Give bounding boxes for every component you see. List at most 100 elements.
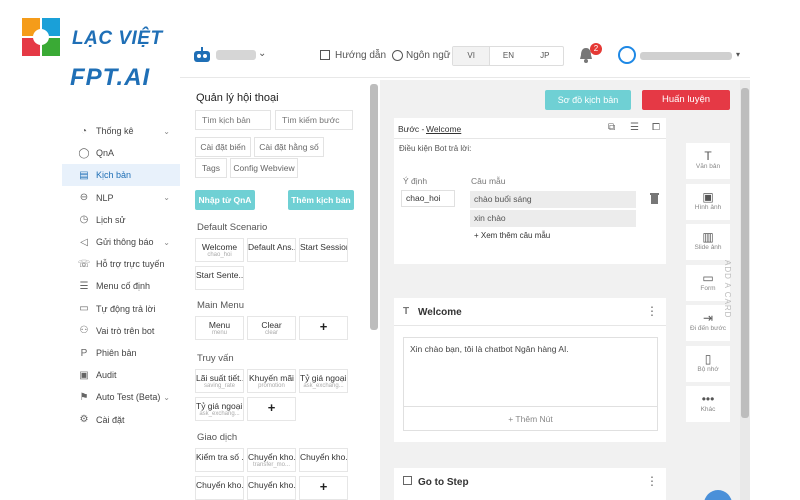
notification-badge: 2 — [590, 43, 602, 55]
intent-value[interactable]: chao_hoi — [401, 190, 455, 207]
more-samples-link[interactable]: + Xem thêm câu mẫu — [474, 231, 550, 240]
scenario-card[interactable]: Welcome chao_hoi — [195, 238, 244, 262]
step-name-link[interactable]: Welcome — [426, 124, 461, 134]
copy-icon[interactable]: ⧉ — [608, 122, 615, 133]
chevron-down-icon[interactable]: ⌄ — [163, 393, 170, 402]
sidebar-item[interactable]: ◷ Lịch sử — [62, 209, 180, 231]
scenario-scrollbar[interactable] — [370, 84, 378, 330]
add-card-more[interactable]: ••• Khác — [686, 386, 730, 422]
sidebar-item[interactable]: P Phiên bản — [62, 342, 180, 364]
sidebar-item[interactable]: ◔ Thống kê ⌄ — [62, 120, 180, 142]
lang-en[interactable]: EN — [490, 47, 526, 65]
scenario-group-title: Truy vấn — [197, 353, 234, 364]
scenario-card[interactable]: Start Session — [299, 238, 348, 262]
sidebar-item[interactable]: ◯ QnA — [62, 142, 180, 164]
avatar[interactable] — [618, 46, 636, 64]
scenario-card[interactable]: Khuyến mãi promotion — [247, 369, 296, 393]
sidebar-item-label: Cài đặt — [96, 414, 125, 425]
main-scrollbar[interactable] — [740, 80, 750, 500]
lang-vi[interactable]: VI — [453, 47, 491, 65]
scenario-card[interactable]: Lãi suất tiết... saving_rate — [195, 369, 244, 393]
scenario-card-title: Tỷ giá ngoại... — [196, 401, 243, 411]
sidebar-item[interactable]: ▭ Tự động trả lời — [62, 298, 180, 320]
goto-icon — [403, 476, 412, 485]
scenario-card[interactable]: Chuyển kho... — [195, 476, 244, 500]
sidebar-item-label: NLP — [96, 192, 114, 203]
menu-icon: ☰ — [79, 280, 89, 292]
sidebar-item[interactable]: ⚙ Cài đặt — [62, 409, 180, 431]
sidebar-item-label: Audit — [96, 370, 117, 381]
scenario-card-title: Welcome — [201, 242, 238, 252]
scenario-card[interactable]: Tỷ giá ngoại...ask_exchang... — [299, 369, 348, 393]
scenario-card[interactable]: Chuyển kho... — [247, 476, 296, 500]
sample-sentence[interactable]: xin chào — [470, 210, 636, 227]
sidebar-item-label: Vai trò trên bot — [96, 325, 155, 336]
app-root: LẠC VIỆT FPT.AI ⌄ Hướng dẫn Ngôn ngữ VI … — [0, 0, 800, 500]
sidebar-item[interactable]: ◁ Gửi thông báo ⌄ — [62, 231, 180, 253]
sidebar-item[interactable]: ⊖ NLP ⌄ — [62, 187, 180, 209]
scenario-card[interactable]: Kiểm tra số ... — [195, 448, 244, 472]
duplicate-icon[interactable]: ⧠ — [652, 122, 660, 133]
sidebar-item[interactable]: ⚑ Auto Test (Beta) ⌄ — [62, 386, 180, 408]
bot-name-blurred[interactable] — [216, 50, 256, 60]
sidebar-item-label: Lịch sử — [96, 214, 126, 225]
variables-settings-button[interactable]: Cài đặt biến — [195, 137, 251, 157]
sidebar-item[interactable]: ▤ Kịch bản — [62, 164, 180, 187]
train-button[interactable]: Huấn luyện — [642, 90, 730, 110]
scenario-card[interactable]: Default Ans... — [247, 238, 296, 262]
sidebar-item-label: Gửi thông báo — [96, 237, 154, 247]
scenario-card[interactable]: Chuyển kho... transfer_mo... — [247, 448, 296, 472]
add-card-memory[interactable]: ▯ Bộ nhớ — [686, 345, 730, 382]
sidebar-item[interactable]: ⚇ Vai trò trên bot — [62, 320, 180, 342]
scenario-group-title: Default Scenario — [197, 222, 268, 233]
scenario-card[interactable]: Clear clear — [247, 316, 296, 340]
add-card-label: Bộ nhớ — [697, 365, 719, 373]
add-step-button[interactable]: + — [247, 397, 296, 421]
constants-settings-button[interactable]: Cài đặt hằng số — [254, 137, 324, 157]
flow-diagram-button[interactable]: Sơ đồ kịch bản — [545, 90, 631, 110]
step-search-input[interactable] — [275, 110, 353, 130]
card-title: Go to Step — [418, 477, 469, 488]
config-webview-button[interactable]: Config Webview — [230, 158, 298, 178]
add-button-link[interactable]: + Thêm Nút — [403, 407, 658, 431]
card-menu-icon[interactable]: ⋮ — [646, 304, 658, 318]
sidebar-item[interactable]: ▣ Audit — [62, 364, 180, 386]
sidebar-item[interactable]: ☰ Menu cố định — [62, 275, 180, 297]
add-card-image[interactable]: ▣ Hình ảnh — [686, 183, 730, 220]
scenario-card[interactable]: Chuyển kho... — [299, 448, 348, 472]
add-card-label: Hình ảnh — [694, 203, 722, 211]
scenario-card[interactable]: Start Sente... — [195, 266, 244, 290]
sidebar-item[interactable]: ☏ Hỗ trợ trực tuyến — [62, 253, 180, 275]
trash-icon[interactable] — [650, 193, 659, 204]
import-qna-button[interactable]: Nhập từ QnA — [195, 190, 255, 210]
chevron-down-icon[interactable]: ⌄ — [163, 238, 170, 247]
scenario-group-title: Giao dịch — [197, 432, 238, 443]
card-menu-icon[interactable]: ⋮ — [646, 474, 658, 488]
scenario-search-input[interactable] — [195, 110, 271, 130]
divider — [394, 325, 666, 326]
scenario-card[interactable]: Tỷ giá ngoại...ask_exchang... — [195, 397, 244, 421]
chevron-down-icon[interactable]: ⌄ — [258, 48, 266, 59]
add-card-text[interactable]: T Văn bản — [686, 143, 730, 179]
add-scenario-button[interactable]: Thêm kịch bản — [288, 190, 354, 210]
add-card-slide[interactable]: ▥ Slide ảnh — [686, 224, 730, 260]
add-step-button[interactable]: + — [299, 476, 348, 500]
user-email-blurred[interactable] — [640, 52, 732, 60]
guide-link[interactable]: Hướng dẫn — [335, 50, 386, 61]
guide-icon — [320, 50, 330, 60]
scenario-card[interactable]: Menu menu — [195, 316, 244, 340]
sample-sentence[interactable]: chào buổi sáng — [470, 191, 636, 208]
scenario-title: Quản lý hội thoại — [196, 92, 279, 104]
chevron-down-icon[interactable]: ⌄ — [163, 193, 170, 202]
chevron-down-icon[interactable]: ⌄ — [163, 127, 170, 136]
bot-icon[interactable] — [192, 46, 212, 64]
language-switcher[interactable]: VI EN JP — [452, 46, 564, 66]
add-step-button[interactable]: + — [299, 316, 348, 340]
scenario-card-title: Lãi suất tiết... — [196, 373, 244, 383]
lang-jp[interactable]: JP — [527, 47, 563, 65]
tags-button[interactable]: Tags — [195, 158, 227, 178]
message-textarea[interactable]: Xin chào bạn, tôi là chatbot Ngân hàng A… — [403, 337, 658, 407]
list-icon[interactable]: ☰ — [630, 122, 639, 133]
slide-icon: ▥ — [702, 230, 714, 244]
chevron-down-icon[interactable]: ▾ — [736, 50, 740, 59]
